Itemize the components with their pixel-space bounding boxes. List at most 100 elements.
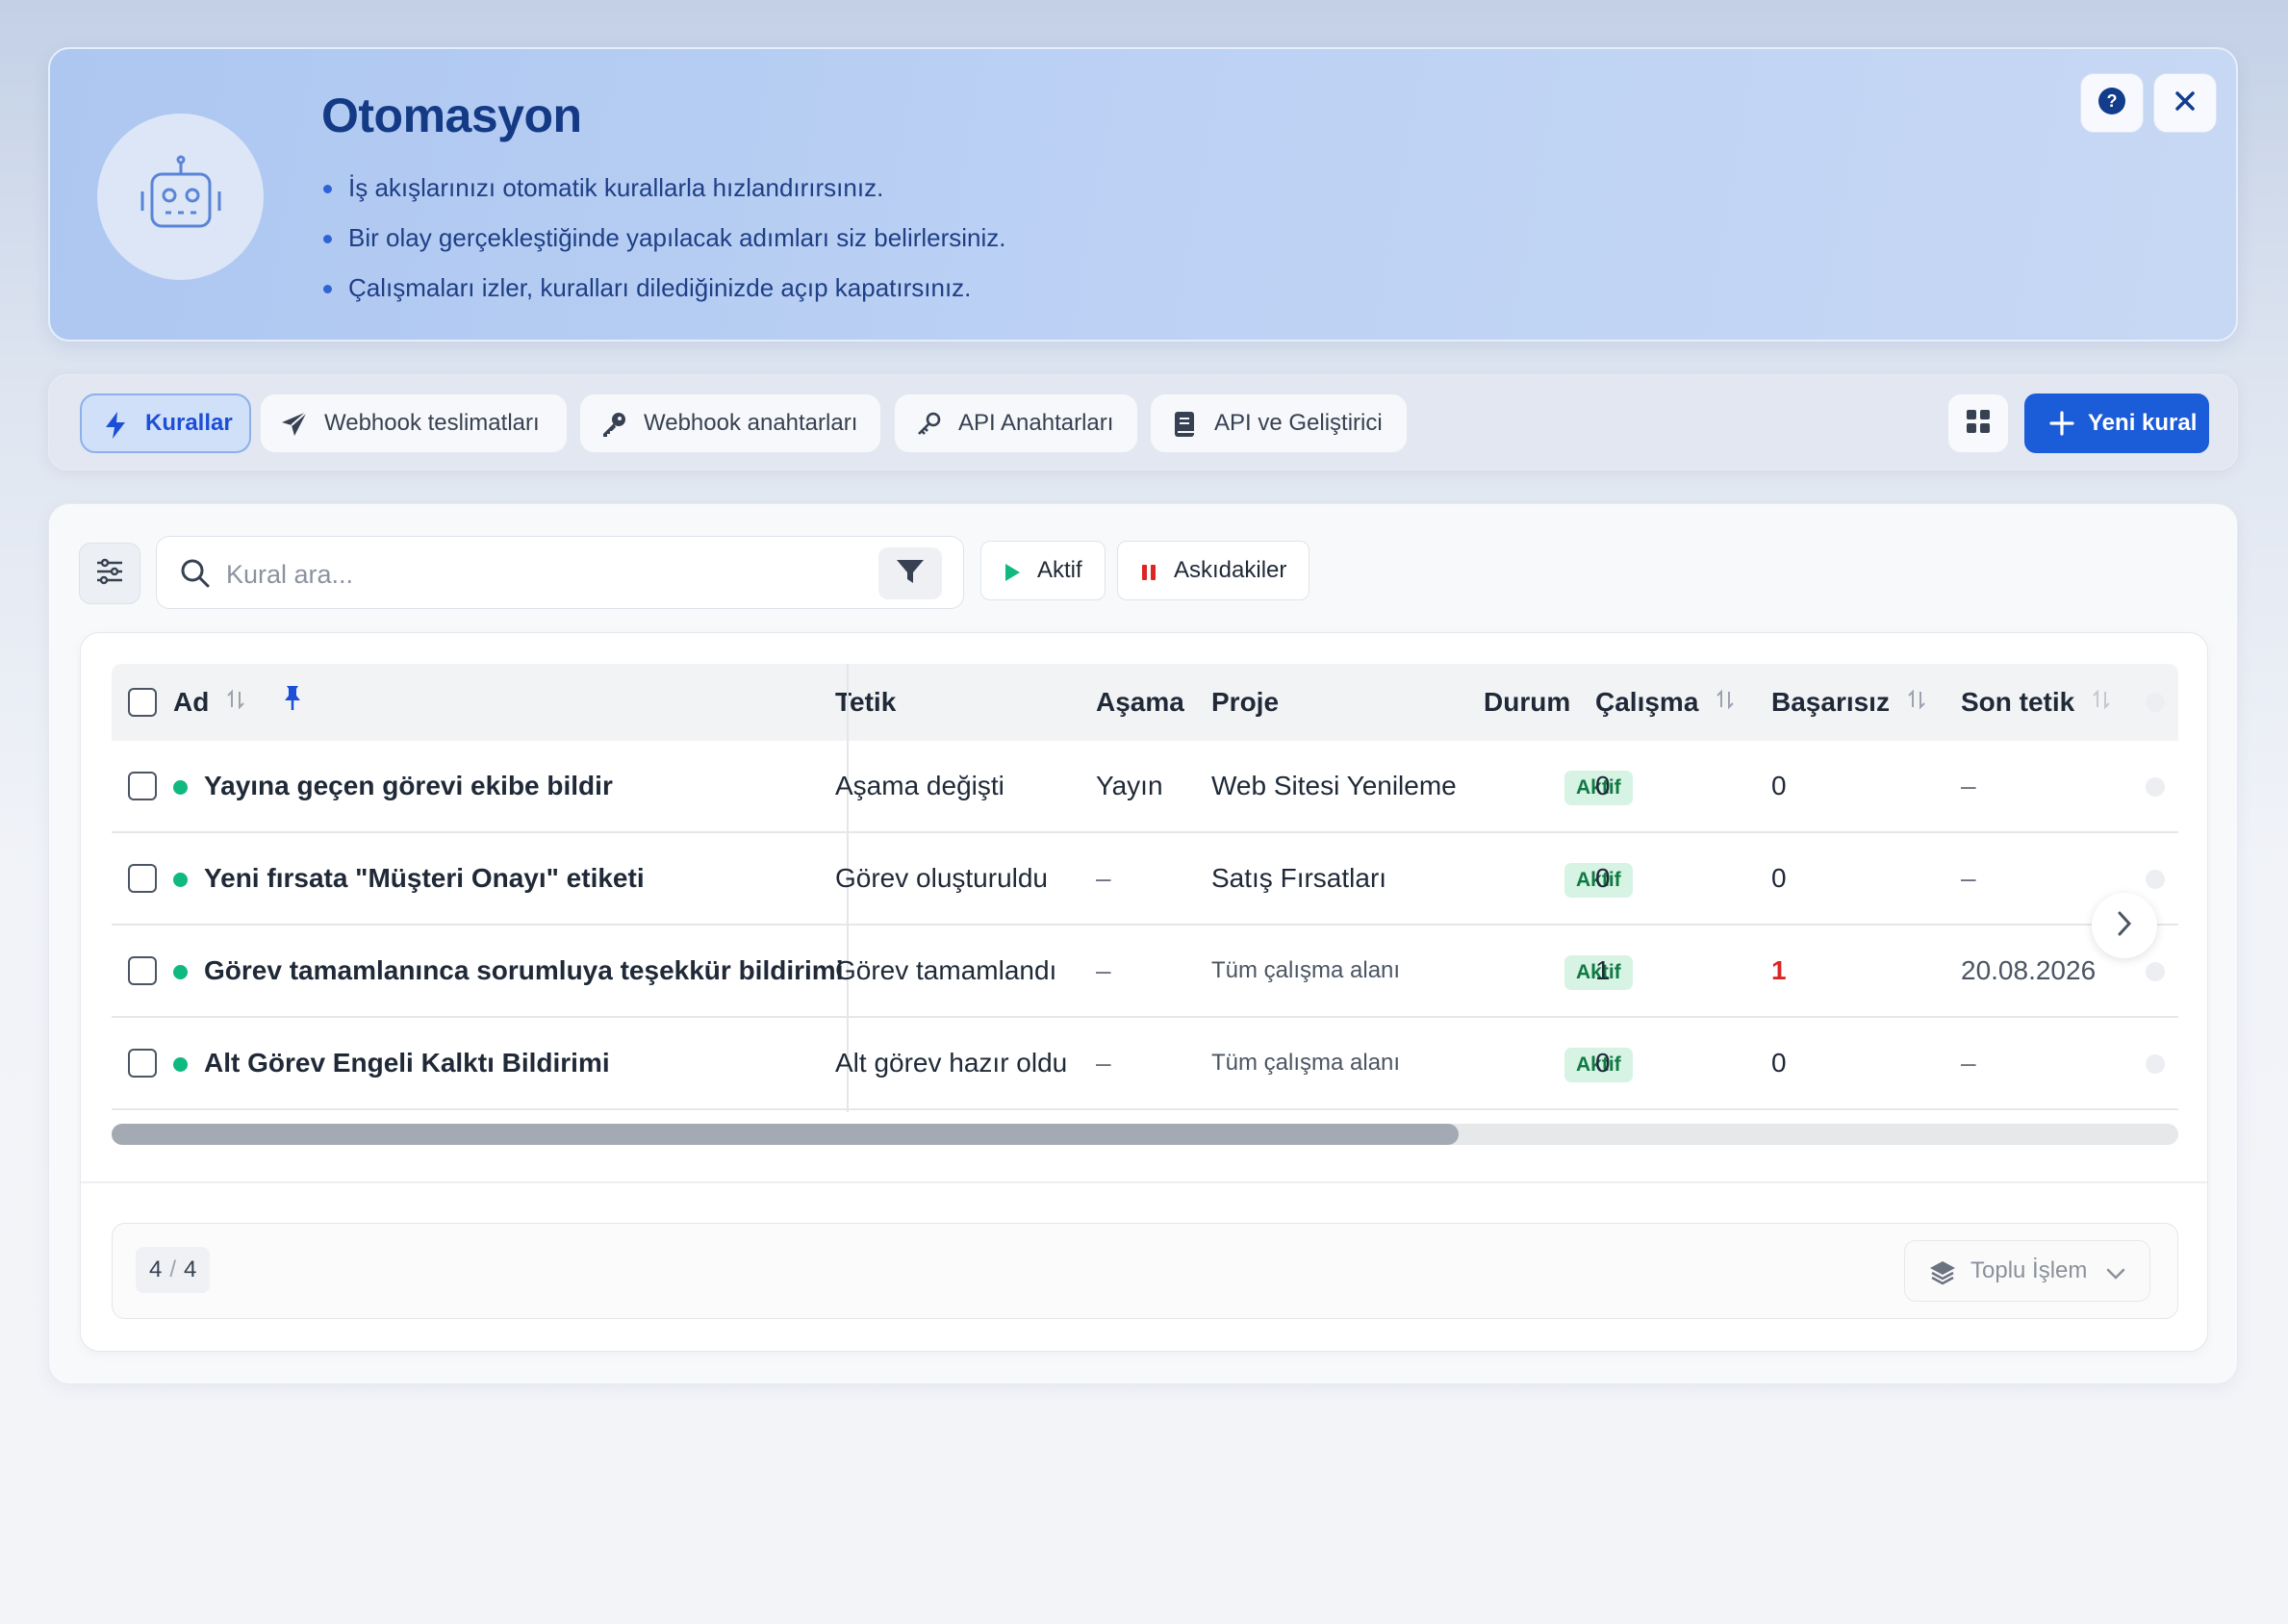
column-header-failed[interactable]: Başarısız [1771,664,1926,741]
close-button[interactable] [2153,73,2217,133]
column-header-last-trigger[interactable]: Son tetik [1961,664,2111,741]
chevron-right-icon [2114,909,2135,943]
grid-icon [1966,409,1991,439]
rule-name[interactable]: Alt Görev Engeli Kalktı Bildirimi [204,1018,610,1108]
rule-name[interactable]: Yeni fırsata "Müşteri Onayı" etiketi [204,833,645,924]
table-footer: 4/4 Toplu İşlem [112,1223,2178,1319]
rule-last-trigger: – [1961,771,1976,800]
rule-project: Satış Fırsatları [1211,863,1387,893]
column-header-trigger: Tetik [835,687,897,717]
row-checkbox[interactable] [128,1049,157,1078]
key-outline-icon [912,408,945,441]
tab-label: Webhook anahtarları [644,410,858,436]
rule-trigger: Görev tamamlandı [835,955,1057,985]
row-count: 4/4 [136,1247,211,1293]
bulk-action-button[interactable]: Toplu İşlem [1904,1240,2150,1302]
rule-last-trigger: 20.08.2026 [1961,955,2097,985]
rule-name[interactable]: Görev tamamlanınca sorumluya teşekkür bi… [204,926,843,1016]
help-button[interactable]: ? [2080,73,2144,133]
rule-stage: – [1096,863,1111,893]
rule-failed: 0 [1771,771,1787,800]
hero-banner: Otomasyon İş akışlarınızı otomatik kural… [48,47,2238,342]
rule-project: Tüm çalışma alanı [1211,957,1401,983]
select-all-checkbox[interactable] [128,688,157,717]
hero-avatar [97,114,264,280]
scroll-right-button[interactable] [2092,893,2157,958]
tab-label: API Anahtarları [958,410,1114,436]
overflow-cell-hint [2146,1054,2165,1074]
tab-webhook-deliveries[interactable]: Webhook teslimatları [260,393,568,453]
column-header-name[interactable]: Ad [173,664,303,741]
sort-icon [1907,664,1926,741]
sort-icon [2092,664,2111,741]
column-settings-button[interactable] [79,543,140,604]
new-rule-label: Yeni kural [2088,410,2198,436]
overflow-cell-hint [2146,777,2165,797]
rule-stage: – [1096,1048,1111,1078]
search-box [156,536,964,609]
book-icon [1168,408,1201,441]
table-row[interactable]: Yayına geçen görevi ekibe bildir Aşama d… [112,741,2178,833]
row-checkbox[interactable] [128,956,157,985]
rule-project: Web Sitesi Yenileme [1211,771,1457,800]
column-header-status: Durum [1484,687,1571,717]
status-dot [173,780,188,795]
status-dot [173,965,188,979]
rule-runs: 1 [1595,955,1611,985]
rule-runs: 0 [1595,771,1611,800]
rules-table-card: Ad Tetik Aşama Proje Durum Çalışma Başar… [80,632,2208,1352]
scrollbar-thumb[interactable] [112,1124,1459,1145]
page-title: Otomasyon [321,89,582,142]
overflow-cell-hint [2146,962,2165,981]
search-input[interactable] [224,554,844,595]
rule-trigger: Aşama değişti [835,771,1004,800]
new-rule-button[interactable]: Yeni kural [2024,393,2209,453]
sort-icon [1716,664,1735,741]
close-icon [2173,89,2198,118]
view-toggle-button[interactable] [1947,393,2009,453]
rule-trigger: Alt görev hazır oldu [835,1048,1068,1078]
hero-bullet-list: İş akışlarınızı otomatik kurallarla hızl… [321,163,1006,313]
hero-bullet: İş akışlarınızı otomatik kurallarla hızl… [321,163,1006,213]
bulk-action-label: Toplu İşlem [1970,1257,2088,1283]
pause-icon [1139,562,1158,589]
rule-failed: 0 [1771,1048,1787,1078]
row-checkbox[interactable] [128,772,157,800]
sort-icon [226,664,245,741]
rule-failed: 1 [1771,955,1787,985]
table-row[interactable]: Alt Görev Engeli Kalktı Bildirimi Alt gö… [112,1018,2178,1110]
tab-api-keys[interactable]: API Anahtarları [894,393,1138,453]
table-row[interactable]: Yeni fırsata "Müşteri Onayı" etiketi Gör… [112,833,2178,926]
horizontal-scrollbar[interactable] [112,1124,2178,1145]
rule-last-trigger: – [1961,863,1976,893]
bolt-icon [99,409,132,442]
rule-last-trigger: – [1961,1048,1976,1078]
tab-webhook-keys[interactable]: Webhook anahtarları [579,393,881,453]
filter-active-label: Aktif [1037,557,1082,583]
pin-icon[interactable] [282,664,303,741]
help-icon: ? [2097,87,2126,120]
filter-suspended-label: Askıdakiler [1174,557,1287,583]
filter-active-chip[interactable]: Aktif [980,541,1106,600]
status-dot [173,873,188,887]
play-icon [1003,562,1022,589]
rule-failed: 0 [1771,863,1787,893]
filter-suspended-chip[interactable]: Askıdakiler [1117,541,1309,600]
tab-label: Webhook teslimatları [324,410,540,436]
key-icon [597,408,630,441]
filter-button[interactable] [878,547,942,599]
tab-api-developer[interactable]: API ve Geliştirici [1150,393,1408,453]
paper-plane-icon [278,408,311,441]
rules-panel: Aktif Askıdakiler Ad Tetik Aşama Proje D… [48,503,2238,1384]
divider [81,1181,2207,1183]
rule-runs: 0 [1595,863,1611,893]
status-dot [173,1057,188,1072]
robot-icon [135,151,227,242]
row-checkbox[interactable] [128,864,157,893]
overflow-column-hint [2146,693,2165,712]
table-row[interactable]: Görev tamamlanınca sorumluya teşekkür bi… [112,926,2178,1018]
rule-stage: – [1096,955,1111,985]
column-header-runs[interactable]: Çalışma [1595,664,1735,741]
tab-rules[interactable]: Kurallar [80,393,251,453]
rule-name[interactable]: Yayına geçen görevi ekibe bildir [204,741,613,831]
